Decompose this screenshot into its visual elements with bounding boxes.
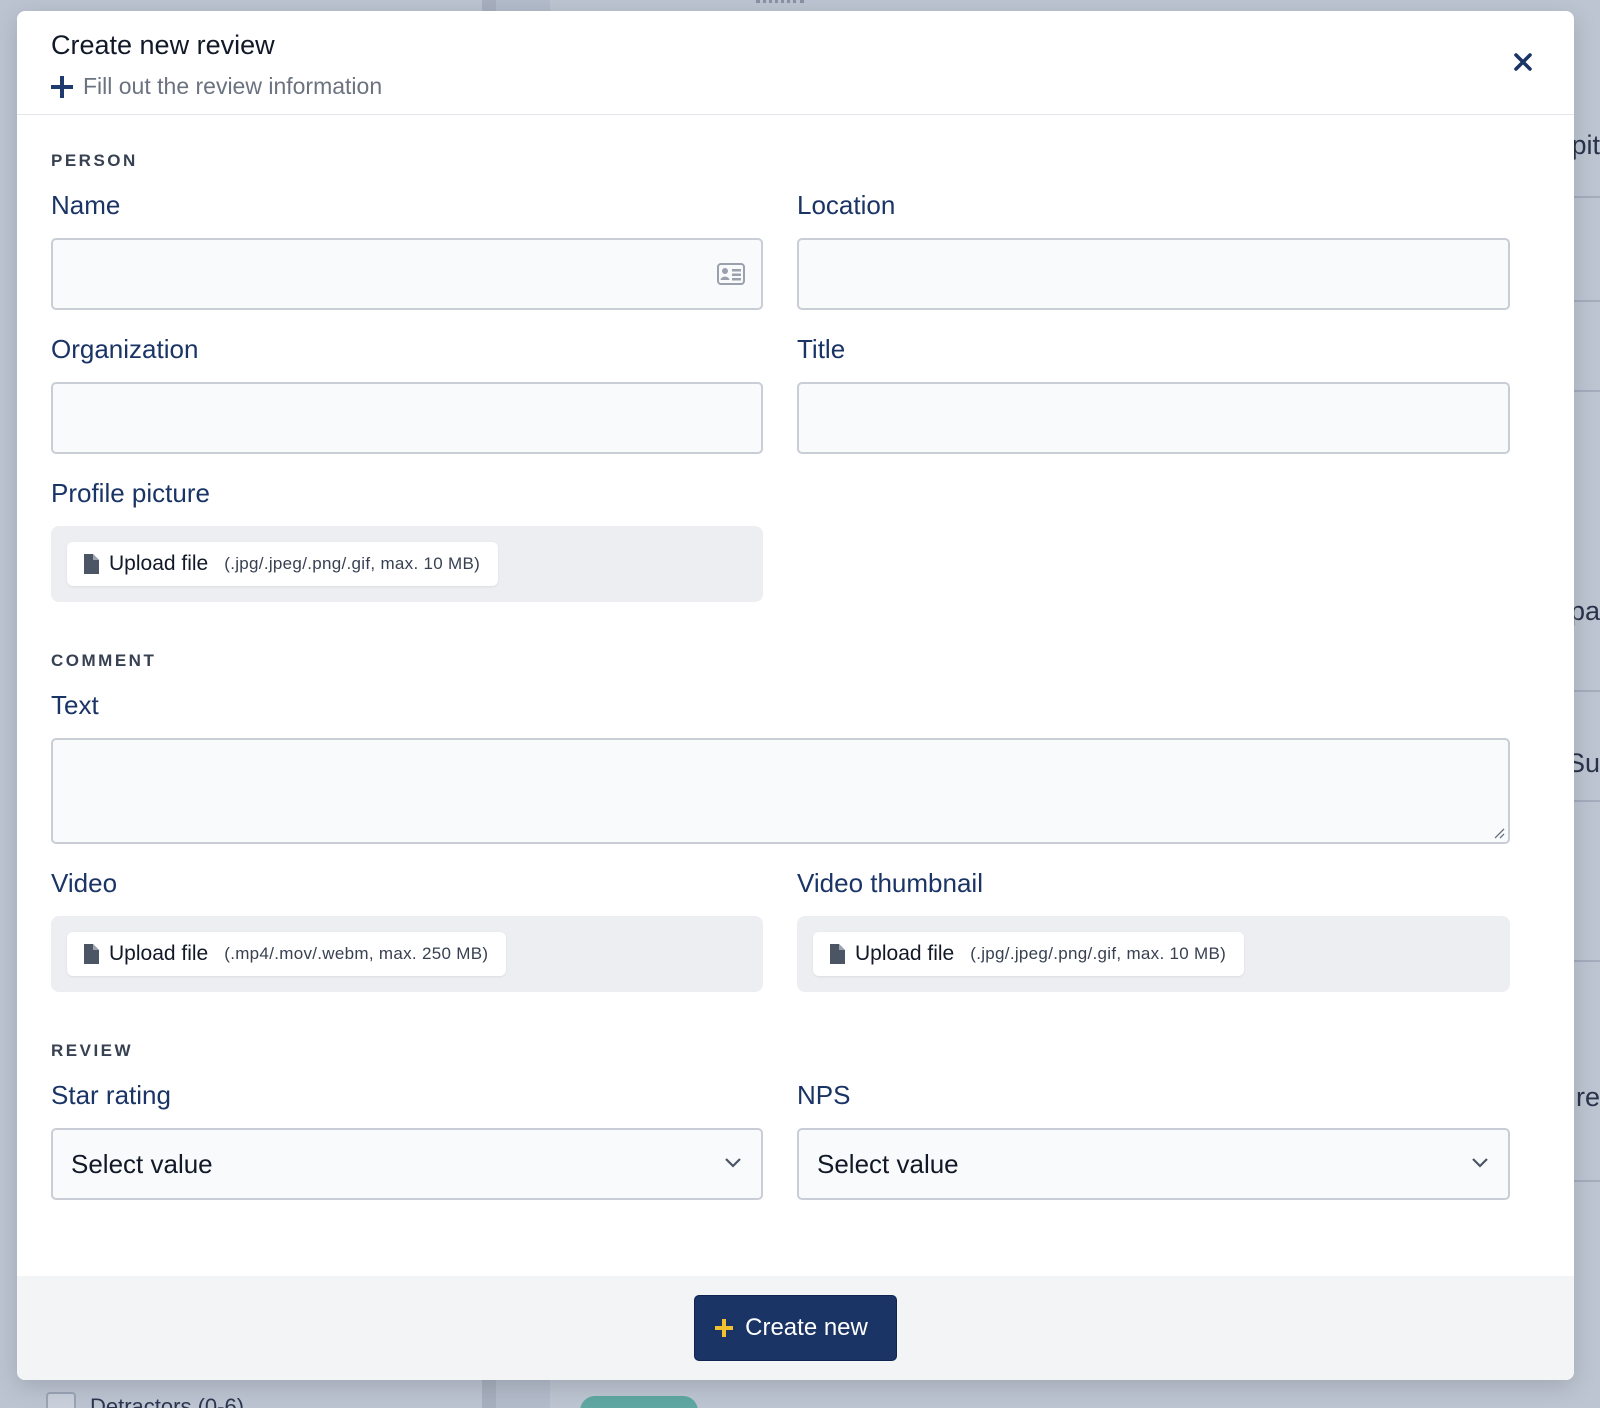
background-row-divider xyxy=(1570,196,1600,198)
video-upload-area: Upload file (.mp4/.mov/.webm, max. 250 M… xyxy=(51,916,763,992)
background-drag-handle xyxy=(756,0,804,3)
video-label: Video xyxy=(51,868,118,898)
star-rating-select[interactable]: Select value xyxy=(51,1128,763,1200)
create-new-button[interactable]: Create new xyxy=(694,1295,897,1361)
background-filter-detractors: Detractors (0-6) xyxy=(46,1392,244,1408)
background-peek-text: t re xyxy=(1570,1082,1600,1112)
resize-handle-icon[interactable] xyxy=(1493,827,1505,839)
contact-card-icon[interactable] xyxy=(717,263,745,285)
star-rating-label: Star rating xyxy=(51,1080,171,1110)
background-row-divider xyxy=(1570,300,1600,302)
modal-body: PERSON Name Location Organization Title … xyxy=(17,115,1574,1275)
close-icon xyxy=(1514,53,1532,71)
file-icon xyxy=(84,554,99,574)
chevron-down-icon xyxy=(725,1158,741,1168)
video-thumbnail-upload-button[interactable]: Upload file (.jpg/.jpeg/.png/.gif, max. … xyxy=(813,932,1245,976)
plus-icon xyxy=(51,75,73,98)
plus-icon xyxy=(715,1319,734,1337)
upload-label: Upload file xyxy=(855,942,955,965)
text-label: Text xyxy=(51,690,99,720)
name-label: Name xyxy=(51,190,121,220)
section-label-review: REVIEW xyxy=(51,1041,134,1060)
background-row-divider xyxy=(1570,960,1600,962)
background-peek-text: pit xyxy=(1571,130,1600,160)
upload-label: Upload file xyxy=(109,942,209,965)
background-peek-text: Su xyxy=(1570,748,1600,778)
modal-footer: Create new xyxy=(17,1276,1574,1380)
background-checkbox xyxy=(46,1392,76,1408)
organization-label: Organization xyxy=(51,334,199,364)
background-row-divider xyxy=(1570,390,1600,392)
close-button[interactable] xyxy=(1508,47,1538,77)
background-peek-text: pa xyxy=(1570,596,1600,626)
upload-hint: (.jpg/.jpeg/.png/.gif, max. 10 MB) xyxy=(224,554,481,573)
location-field[interactable] xyxy=(797,238,1510,310)
nps-selected-value: Select value xyxy=(817,1148,959,1179)
background-row-divider xyxy=(1570,800,1600,802)
section-label-person: PERSON xyxy=(51,151,138,170)
video-thumbnail-label: Video thumbnail xyxy=(797,868,983,898)
modal-subtitle: Fill out the review information xyxy=(51,73,1540,100)
background-status-pill xyxy=(580,1396,698,1408)
nps-label: NPS xyxy=(797,1080,851,1110)
organization-field[interactable] xyxy=(51,382,763,454)
profile-picture-upload-button[interactable]: Upload file (.jpg/.jpeg/.png/.gif, max. … xyxy=(67,542,499,586)
modal-title: Create new review xyxy=(51,30,275,60)
background-row-divider xyxy=(1570,690,1600,692)
profile-picture-upload-area: Upload file (.jpg/.jpeg/.png/.gif, max. … xyxy=(51,526,763,602)
video-upload-button[interactable]: Upload file (.mp4/.mov/.webm, max. 250 M… xyxy=(67,932,507,976)
name-field[interactable] xyxy=(51,238,763,310)
section-label-comment: COMMENT xyxy=(51,651,157,670)
upload-hint: (.mp4/.mov/.webm, max. 250 MB) xyxy=(224,944,489,963)
background-filter-label: Detractors (0-6) xyxy=(90,1394,245,1408)
title-label: Title xyxy=(797,334,846,364)
upload-label: Upload file xyxy=(109,552,209,575)
text-textarea[interactable] xyxy=(51,738,1510,844)
create-new-label: Create new xyxy=(745,1314,868,1341)
profile-picture-label: Profile picture xyxy=(51,478,210,508)
nps-select[interactable]: Select value xyxy=(797,1128,1510,1200)
video-thumbnail-upload-area: Upload file (.jpg/.jpeg/.png/.gif, max. … xyxy=(797,916,1510,992)
chevron-down-icon xyxy=(1472,1158,1488,1168)
title-field[interactable] xyxy=(797,382,1510,454)
file-icon xyxy=(830,944,845,964)
background-row-divider xyxy=(1570,1180,1600,1182)
star-rating-selected-value: Select value xyxy=(71,1148,213,1179)
file-icon xyxy=(84,944,99,964)
modal-header: Create new review Fill out the review in… xyxy=(17,11,1574,115)
modal-subtitle-text: Fill out the review information xyxy=(83,73,383,100)
upload-hint: (.jpg/.jpeg/.png/.gif, max. 10 MB) xyxy=(970,944,1227,963)
location-label: Location xyxy=(797,190,896,220)
create-review-modal: Create new review Fill out the review in… xyxy=(17,11,1574,1380)
